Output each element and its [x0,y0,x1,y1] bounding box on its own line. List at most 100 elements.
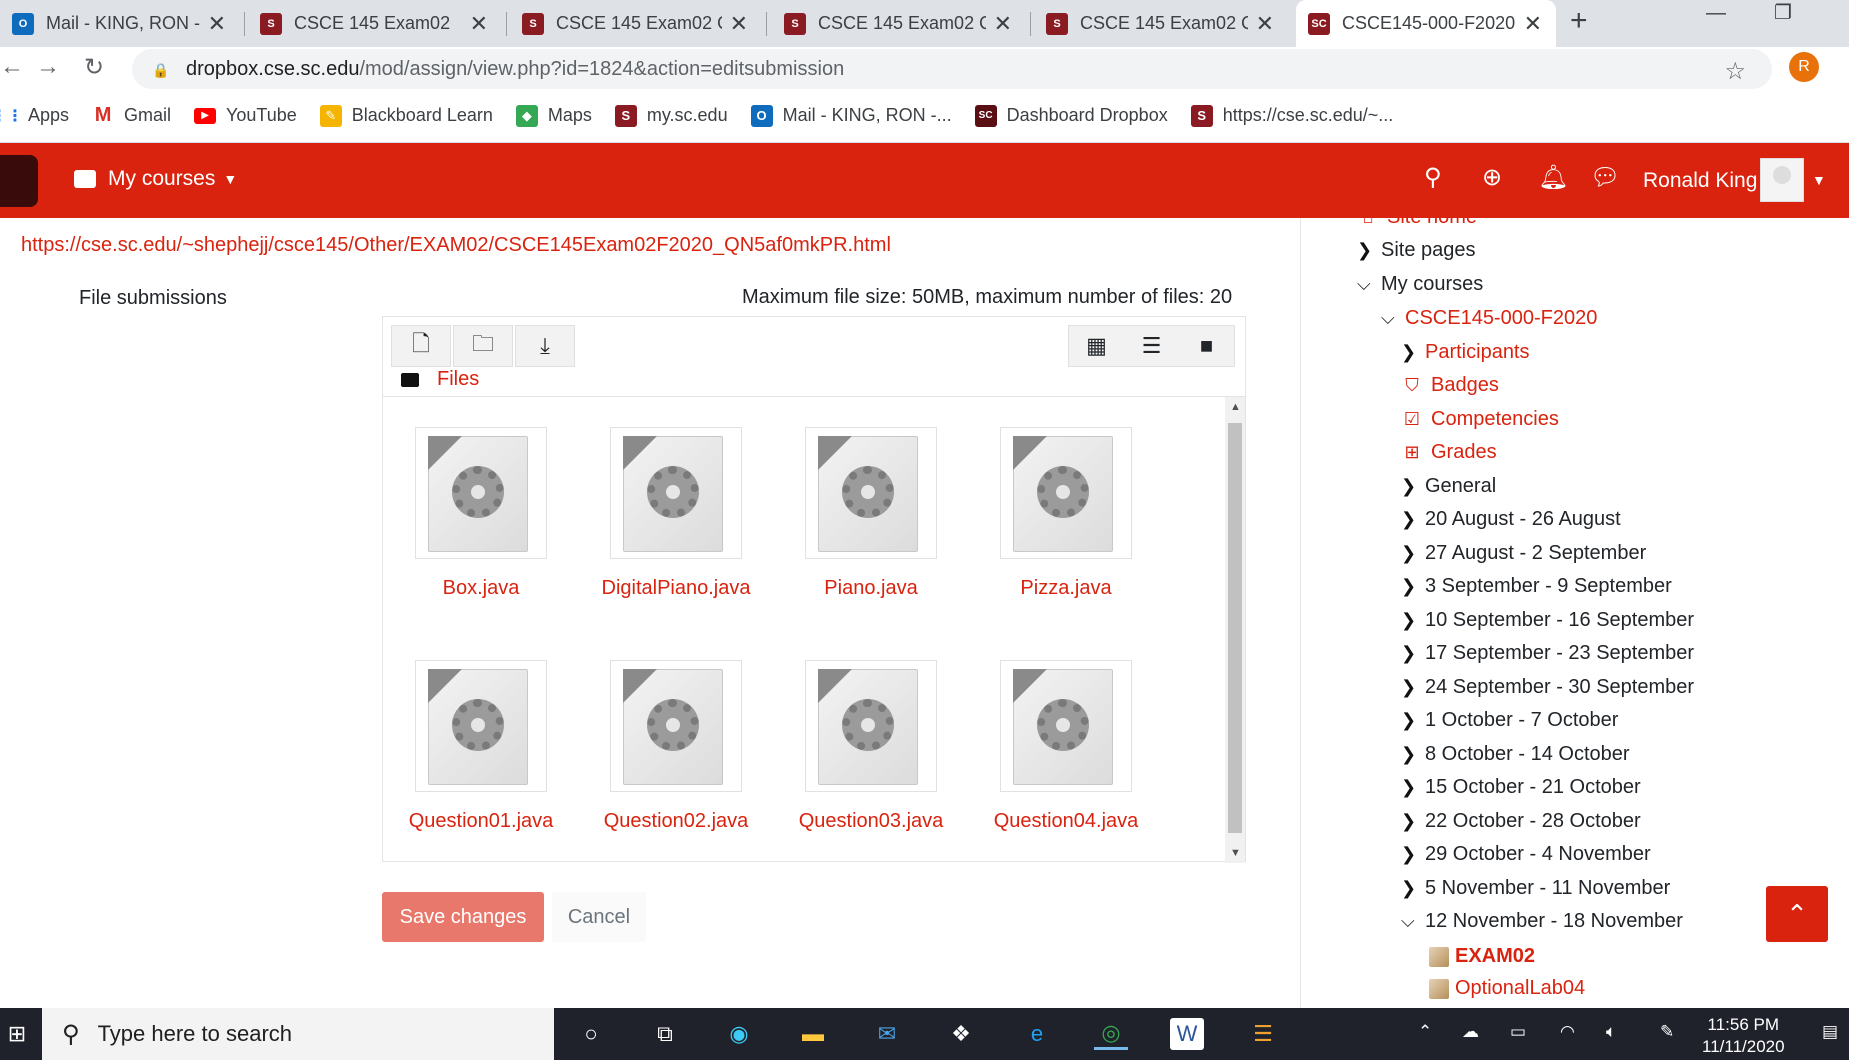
drawer-activity-exam02[interactable]: EXAM02 [1429,945,1535,968]
drawer-section[interactable]: ❯ 10 September - 16 September [1401,609,1694,632]
bell-icon[interactable]: 🔔︎ [1538,163,1568,192]
task-view-icon[interactable]: ⧉ [648,1018,682,1050]
back-arrow-icon[interactable]: ← [0,53,24,81]
drawer-section[interactable]: ❯ 29 October - 4 November [1401,843,1651,866]
volume-icon[interactable]: 🔈︎ [1606,1022,1616,1042]
tab-exam02-q3[interactable]: S CSCE 145 Exam02 Q ✕ [1034,0,1288,47]
bookmark-mysc[interactable]: S my.sc.edu [614,104,728,127]
close-icon[interactable]: ✕ [1256,11,1274,37]
drawer-section[interactable]: ❯ 20 August - 26 August [1401,508,1621,531]
tab-exam02-q2[interactable]: S CSCE 145 Exam02 Q ✕ [772,0,1026,47]
path-files-link[interactable]: Files [437,368,479,391]
tab-mail[interactable]: O Mail - KING, RON - C ✕ [0,0,240,47]
drawer-section[interactable]: ❯ 1 October - 7 October [1401,709,1618,732]
exam-link[interactable]: https://cse.sc.edu/~shephejj/csce145/Oth… [21,234,891,257]
address-bar[interactable]: 🔒 dropbox.cse.sc.edu/mod/assign/view.php… [132,49,1772,89]
drawer-site-pages[interactable]: ❯ Site pages [1357,239,1476,262]
file-grid-scrollbar[interactable]: ▲ ▼ [1225,397,1245,863]
back-to-top-button[interactable]: ⌃ [1766,886,1828,942]
file-explorer-icon[interactable]: ▬ [796,1018,830,1050]
battery-icon[interactable]: ▭ [1510,1022,1526,1042]
notification-icon[interactable]: ▤ [1822,1022,1838,1042]
close-icon[interactable]: ✕ [994,11,1012,37]
scroll-up-icon[interactable]: ▲ [1230,401,1241,413]
user-avatar[interactable] [1760,158,1804,202]
internet-explorer-icon[interactable]: e [1020,1018,1054,1050]
drawer-section[interactable]: ❯ 8 October - 14 October [1401,743,1630,766]
bookmark-youtube[interactable]: ▶ YouTube [194,105,297,126]
onedrive-cloud-icon[interactable]: ☁ [1462,1022,1479,1042]
minimize-icon[interactable]: — [1706,0,1726,30]
tab-exam02-q1[interactable]: S CSCE 145 Exam02 Q ✕ [510,0,762,47]
close-icon[interactable]: ✕ [1524,11,1542,37]
list-view-icon[interactable]: ☰ [1124,326,1179,366]
drawer-my-courses[interactable]: ⌵ My courses [1357,273,1483,296]
restore-icon[interactable]: ❐ [1774,0,1792,30]
eclipse-icon[interactable]: ☰ [1246,1018,1280,1050]
my-courses-menu[interactable]: My courses ▼ [74,167,237,191]
file-item[interactable]: Box.java [383,397,553,599]
bookmark-dashboard-dropbox[interactable]: SC Dashboard Dropbox [974,104,1168,127]
bookmark-apps[interactable]: ⋮⋮ Apps [0,105,69,127]
drawer-grades[interactable]: ⊞ Grades [1401,441,1496,464]
tab-exam02[interactable]: S CSCE 145 Exam02 ✕ [248,0,502,47]
taskbar-search[interactable]: ⚲ Type here to search [42,1008,554,1060]
drawer-section[interactable]: ❯ 15 October - 21 October [1401,776,1641,799]
file-item[interactable]: Piano.java [773,397,943,599]
bookmark-mail[interactable]: O Mail - KING, RON -... [750,104,952,127]
file-item[interactable]: Question02.java [578,630,748,832]
search-icon[interactable]: ⚲ [1424,163,1442,192]
new-tab-button[interactable]: + [1570,4,1588,38]
file-item[interactable]: Pizza.java [968,397,1138,599]
profile-avatar[interactable]: R [1789,52,1819,82]
taskbar-clock[interactable]: 11:56 PM 11/11/2020 [1702,1014,1785,1058]
cancel-button[interactable]: Cancel [552,892,646,942]
bookmark-maps[interactable]: ◆ Maps [515,104,592,127]
pen-icon[interactable]: ✎ [1660,1022,1674,1042]
chevron-down-icon[interactable]: ▼ [1812,172,1826,188]
grid-view-icon[interactable]: ▦ [1069,326,1124,366]
mail-icon[interactable]: ✉ [870,1018,904,1050]
add-file-button[interactable]: 🗋 [391,325,451,367]
drawer-section[interactable]: ❯ 5 November - 11 November [1401,877,1670,900]
drawer-participants[interactable]: ❯ Participants [1401,341,1530,364]
file-item[interactable]: Question01.java [383,630,553,832]
create-folder-button[interactable]: 🗀 [453,325,513,367]
close-icon[interactable]: ✕ [208,11,226,37]
drawer-competencies[interactable]: ☑ Competencies [1401,408,1559,431]
drawer-badges[interactable]: ⛉ Badges [1401,374,1499,397]
drawer-section[interactable]: ❯ 27 August - 2 September [1401,542,1646,565]
bookmark-cse[interactable]: S https://cse.sc.edu/~... [1190,104,1393,127]
tree-view-icon[interactable]: ■ [1179,326,1234,366]
word-icon[interactable]: W [1170,1018,1204,1050]
forward-arrow-icon[interactable]: → [36,53,60,81]
tab-course-active[interactable]: SC CSCE145-000-F2020 ✕ [1296,0,1556,47]
file-item[interactable]: Question03.java [773,630,943,832]
bookmark-star-icon[interactable]: ☆ [1724,57,1746,86]
drawer-site-home[interactable]: ⌂ Site home [1357,218,1478,229]
drawer-activity-optionallab04[interactable]: OptionalLab04 [1429,977,1585,1000]
file-item[interactable]: DigitalPiano.java [578,397,750,599]
scroll-down-icon[interactable]: ▼ [1230,847,1241,859]
chrome-icon[interactable]: ◎ [1094,1018,1128,1050]
scroll-thumb[interactable] [1228,423,1242,833]
close-icon[interactable]: ✕ [730,11,748,37]
chat-icon[interactable]: 💬︎ [1590,163,1620,192]
download-circle-icon[interactable]: ⊕ [1482,163,1502,192]
drawer-section[interactable]: ❯ General [1401,475,1496,498]
drawer-section[interactable]: ❯ 24 September - 30 September [1401,676,1694,699]
user-name[interactable]: Ronald King [1643,169,1757,193]
site-logo[interactable] [0,155,38,207]
close-icon[interactable]: ✕ [470,11,488,37]
drawer-section[interactable]: ❯ 22 October - 28 October [1401,810,1641,833]
bookmark-gmail[interactable]: M Gmail [92,104,171,127]
drawer-section-current[interactable]: ⌵ 12 November - 18 November [1401,910,1683,933]
tray-chevron-up-icon[interactable]: ⌃ [1418,1022,1432,1042]
dropbox-icon[interactable]: ❖ [944,1018,978,1050]
wifi-icon[interactable]: ◠ [1560,1022,1575,1042]
bookmark-blackboard[interactable]: ✎ Blackboard Learn [319,104,493,127]
drawer-course[interactable]: ⌵ CSCE145-000-F2020 [1381,307,1597,330]
file-item[interactable]: Question04.java [968,630,1138,832]
cortana-icon[interactable]: ○ [574,1018,608,1050]
drawer-section[interactable]: ❯ 3 September - 9 September [1401,575,1672,598]
